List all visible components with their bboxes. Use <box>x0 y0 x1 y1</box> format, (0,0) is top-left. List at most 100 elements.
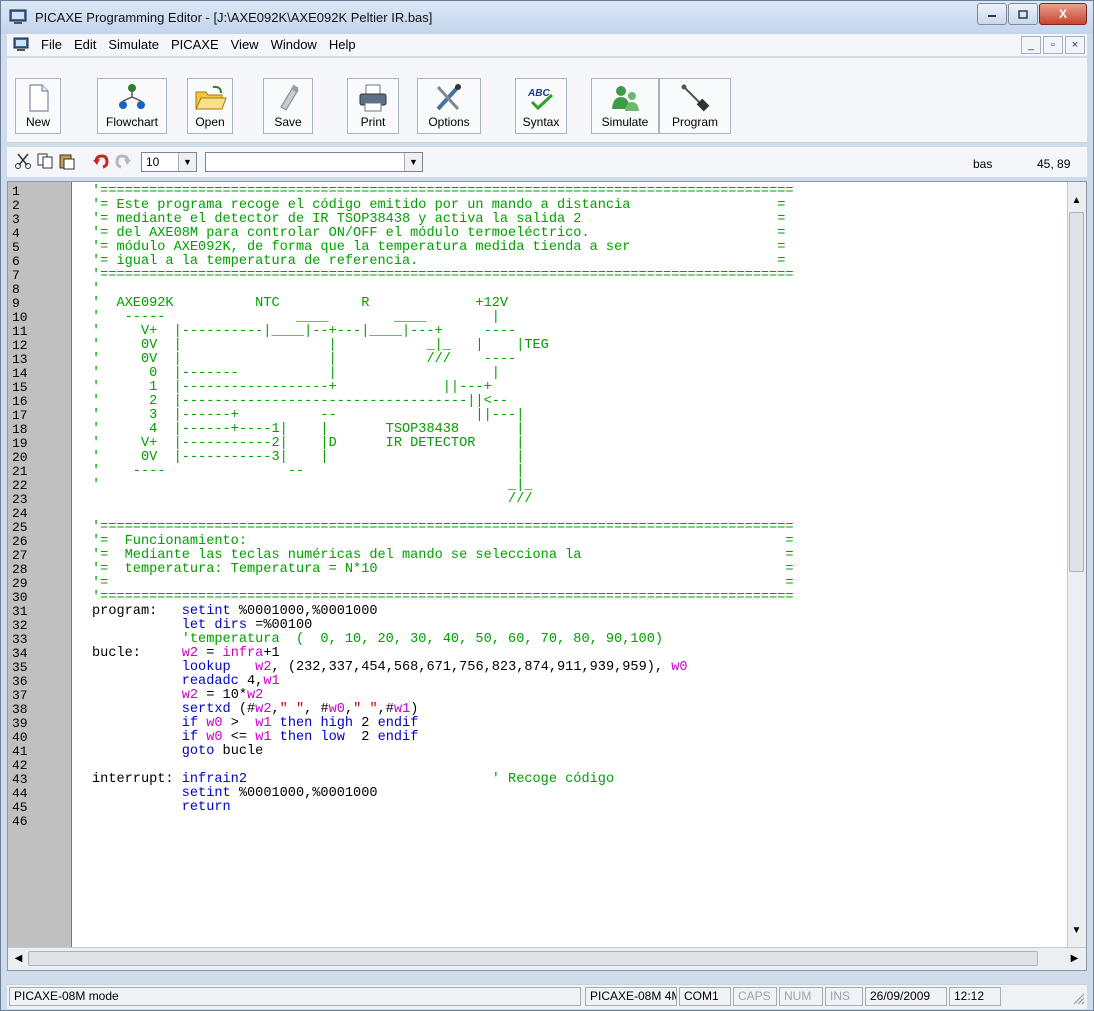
menu-window[interactable]: Window <box>265 37 323 52</box>
syntax-button[interactable]: ABC Syntax <box>515 78 567 134</box>
code-line[interactable]: ' 0V | | _|_ | |TEG <box>92 339 549 353</box>
mdi-restore-button[interactable]: ▫ <box>1043 36 1063 54</box>
flowchart-button[interactable]: Flowchart <box>97 78 167 134</box>
menu-edit[interactable]: Edit <box>68 37 102 52</box>
code-line[interactable]: '= módulo AXE092K, de forma que la tempe… <box>92 241 785 255</box>
code-editor[interactable]: 1 2 3 4 5 6 7 8 9 10 11 12 13 14 15 16 17 18 19 20 21 22 23 24 2… <box>7 181 1087 971</box>
code-line[interactable]: '= Mediante las teclas numéricas del man… <box>92 549 794 563</box>
code-line[interactable]: '= Funcionamiento: = <box>92 535 794 549</box>
code-line[interactable]: ' V+ |-----------2| |D IR DETECTOR | <box>92 437 524 451</box>
code-line[interactable]: goto bucle <box>92 745 264 759</box>
copy-icon[interactable] <box>35 152 55 172</box>
code-line[interactable]: '=======================================… <box>92 591 794 605</box>
font-name-select[interactable]: ▼ <box>205 152 423 172</box>
chevron-down-icon[interactable]: ▼ <box>178 153 196 171</box>
code-line[interactable]: ' 0V |-----------3| | | <box>92 451 524 465</box>
code-line[interactable]: ' 3 |------+ -- ||---| <box>92 409 524 423</box>
code-line[interactable]: sertxd (#w2," ", #w0," ",#w1) <box>92 702 419 717</box>
code-line[interactable]: ' 4 |------+----1| | TSOP38438 | <box>92 423 524 437</box>
code-line[interactable]: ' ---- -- | <box>92 465 524 479</box>
menu-simulate[interactable]: Simulate <box>102 37 165 52</box>
scroll-right-icon[interactable]: ▶ <box>1066 950 1083 967</box>
vertical-scrollbar[interactable]: ▲ ▼ <box>1067 182 1086 948</box>
code-area[interactable]: '=======================================… <box>92 182 1067 948</box>
resize-grip-icon[interactable] <box>1071 991 1085 1005</box>
code-line[interactable]: ' ----- ____ ____ | <box>92 311 500 325</box>
open-button[interactable]: Open <box>187 78 233 134</box>
title-bar[interactable]: PICAXE Programming Editor - [J:\AXE092K\… <box>1 1 1093 34</box>
menu-file[interactable]: File <box>35 37 68 52</box>
code-line[interactable]: w2 = 10*w2 <box>92 689 264 703</box>
menu-help[interactable]: Help <box>323 37 362 52</box>
code-line[interactable]: let dirs =%00100 <box>92 618 313 633</box>
code-line[interactable]: ' V+ |----------|____|--+---|____|---+ -… <box>92 325 516 339</box>
scroll-left-icon[interactable]: ◀ <box>10 950 27 967</box>
code-line[interactable]: setint %0001000,%0001000 <box>92 787 378 801</box>
code-token: lookup <box>181 660 231 675</box>
maximize-icon[interactable] <box>1008 3 1038 25</box>
code-line[interactable]: ' AXE092K NTC R +12V <box>92 297 508 311</box>
code-line[interactable]: lookup w2, (232,337,454,568,671,756,823,… <box>92 661 688 675</box>
line-number: 31 <box>12 604 28 619</box>
code-token: interrupt: <box>92 772 182 787</box>
print-button[interactable]: Print <box>347 78 399 134</box>
paste-icon[interactable] <box>57 152 77 172</box>
code-line[interactable]: ' 1 |------------------+ ||---+ <box>92 381 492 395</box>
code-token: '=======================================… <box>92 184 794 199</box>
code-token: (# <box>238 702 256 717</box>
code-line[interactable]: '= = <box>92 577 794 591</box>
code-line[interactable]: '= temperatura: Temperatura = N*10 = <box>92 563 794 577</box>
code-line[interactable]: bucle: w2 = infra+1 <box>92 647 280 661</box>
program-button[interactable]: Program <box>659 78 731 134</box>
code-line[interactable]: ' 2 |-----------------------------------… <box>92 395 508 409</box>
redo-icon[interactable] <box>113 152 133 172</box>
code-line[interactable]: if w0 > w1 then high 2 endif <box>92 716 419 731</box>
code-token: w1 <box>255 716 272 731</box>
line-number: 15 <box>12 380 28 395</box>
scroll-down-icon[interactable]: ▼ <box>1068 922 1085 939</box>
line-number: 44 <box>12 786 28 801</box>
scroll-up-icon[interactable]: ▲ <box>1068 192 1085 209</box>
document-window-icon[interactable] <box>13 37 31 52</box>
code-line[interactable]: '= mediante el detector de IR TSOP38438 … <box>92 213 785 227</box>
code-line[interactable]: ' 0V | | /// ---- <box>92 353 516 367</box>
code-line[interactable]: /// <box>92 493 532 507</box>
horizontal-scroll-thumb[interactable] <box>28 951 1038 966</box>
new-button[interactable]: New <box>15 78 61 134</box>
minimize-icon[interactable] <box>977 3 1007 25</box>
code-line[interactable]: interrupt: infrain2 ' Recoge código <box>92 773 614 787</box>
code-line[interactable]: '=======================================… <box>92 521 794 535</box>
vertical-scroll-thumb[interactable] <box>1069 212 1084 572</box>
save-icon <box>280 84 299 111</box>
undo-icon[interactable] <box>91 152 111 172</box>
code-line[interactable]: ' <box>92 283 100 297</box>
code-line[interactable]: 'temperatura ( 0, 10, 20, 30, 40, 50, 60… <box>92 633 663 647</box>
code-line[interactable]: '=======================================… <box>92 185 794 199</box>
code-line[interactable]: program: setint %0001000,%0001000 <box>92 605 378 619</box>
font-size-select[interactable]: 10 ▼ <box>141 152 197 172</box>
line-number: 25 <box>12 520 28 535</box>
chevron-down-icon[interactable]: ▼ <box>404 153 422 171</box>
line-number: 19 <box>12 436 28 451</box>
code-line[interactable]: readadc 4,w1 <box>92 675 280 689</box>
code-line[interactable]: return <box>92 801 231 815</box>
code-line[interactable]: '= del AXE08M para controlar ON/OFF el m… <box>92 227 785 241</box>
menu-view[interactable]: View <box>225 37 265 52</box>
code-line[interactable]: '= igual a la temperatura de referencia.… <box>92 255 785 269</box>
code-line[interactable]: ' _|_ <box>92 479 533 493</box>
options-button[interactable]: Options <box>417 78 481 134</box>
code-line[interactable]: '= Este programa recoge el código emitid… <box>92 199 785 213</box>
save-button[interactable]: Save <box>263 78 313 134</box>
code-line[interactable]: ' 0 |------- | | <box>92 367 500 381</box>
code-line[interactable]: if w0 <= w1 then low 2 endif <box>92 731 419 745</box>
mdi-minimize-button[interactable]: _ <box>1021 36 1041 54</box>
mdi-close-button[interactable]: × <box>1065 36 1085 54</box>
simulate-button[interactable]: Simulate <box>591 78 659 134</box>
horizontal-scrollbar[interactable]: ◀ ▶ <box>8 947 1086 970</box>
menu-picaxe[interactable]: PICAXE <box>165 37 225 52</box>
code-token: w2 <box>181 646 199 661</box>
code-line[interactable]: '=======================================… <box>92 269 794 283</box>
close-button[interactable]: X <box>1039 3 1087 25</box>
cut-icon[interactable] <box>13 152 33 172</box>
